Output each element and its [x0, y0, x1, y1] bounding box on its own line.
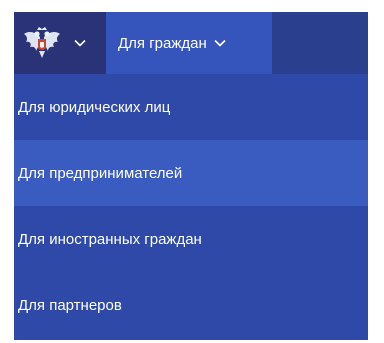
chevron-down-icon [74, 39, 86, 47]
menu-item-label: Для партнеров [18, 296, 122, 314]
menu-item-legal-entities[interactable]: Для юридических лиц [14, 74, 368, 140]
menu-item-entrepreneurs[interactable]: Для предпринимателей [14, 140, 368, 206]
coat-of-arms-icon [24, 27, 60, 58]
top-navigation-bar: Для граждан [14, 12, 368, 74]
citizens-tab-label: Для граждан [118, 34, 207, 52]
emblem-menu-button[interactable] [14, 12, 106, 74]
menu-item-partners[interactable]: Для партнеров [14, 272, 368, 338]
chevron-down-icon [214, 39, 226, 47]
menu-item-label: Для иностранных граждан [18, 230, 202, 248]
menu-item-label: Для предпринимателей [18, 164, 183, 182]
menu-item-label: Для юридических лиц [18, 98, 171, 116]
menu-item-foreign-citizens[interactable]: Для иностранных граждан [14, 206, 368, 272]
audience-menu-list: Для юридических лиц Для предпринимателей… [14, 74, 368, 338]
dropdown-menu-panel: Для граждан Для юридических лиц Для пред… [14, 12, 368, 340]
citizens-tab[interactable]: Для граждан [106, 12, 272, 74]
